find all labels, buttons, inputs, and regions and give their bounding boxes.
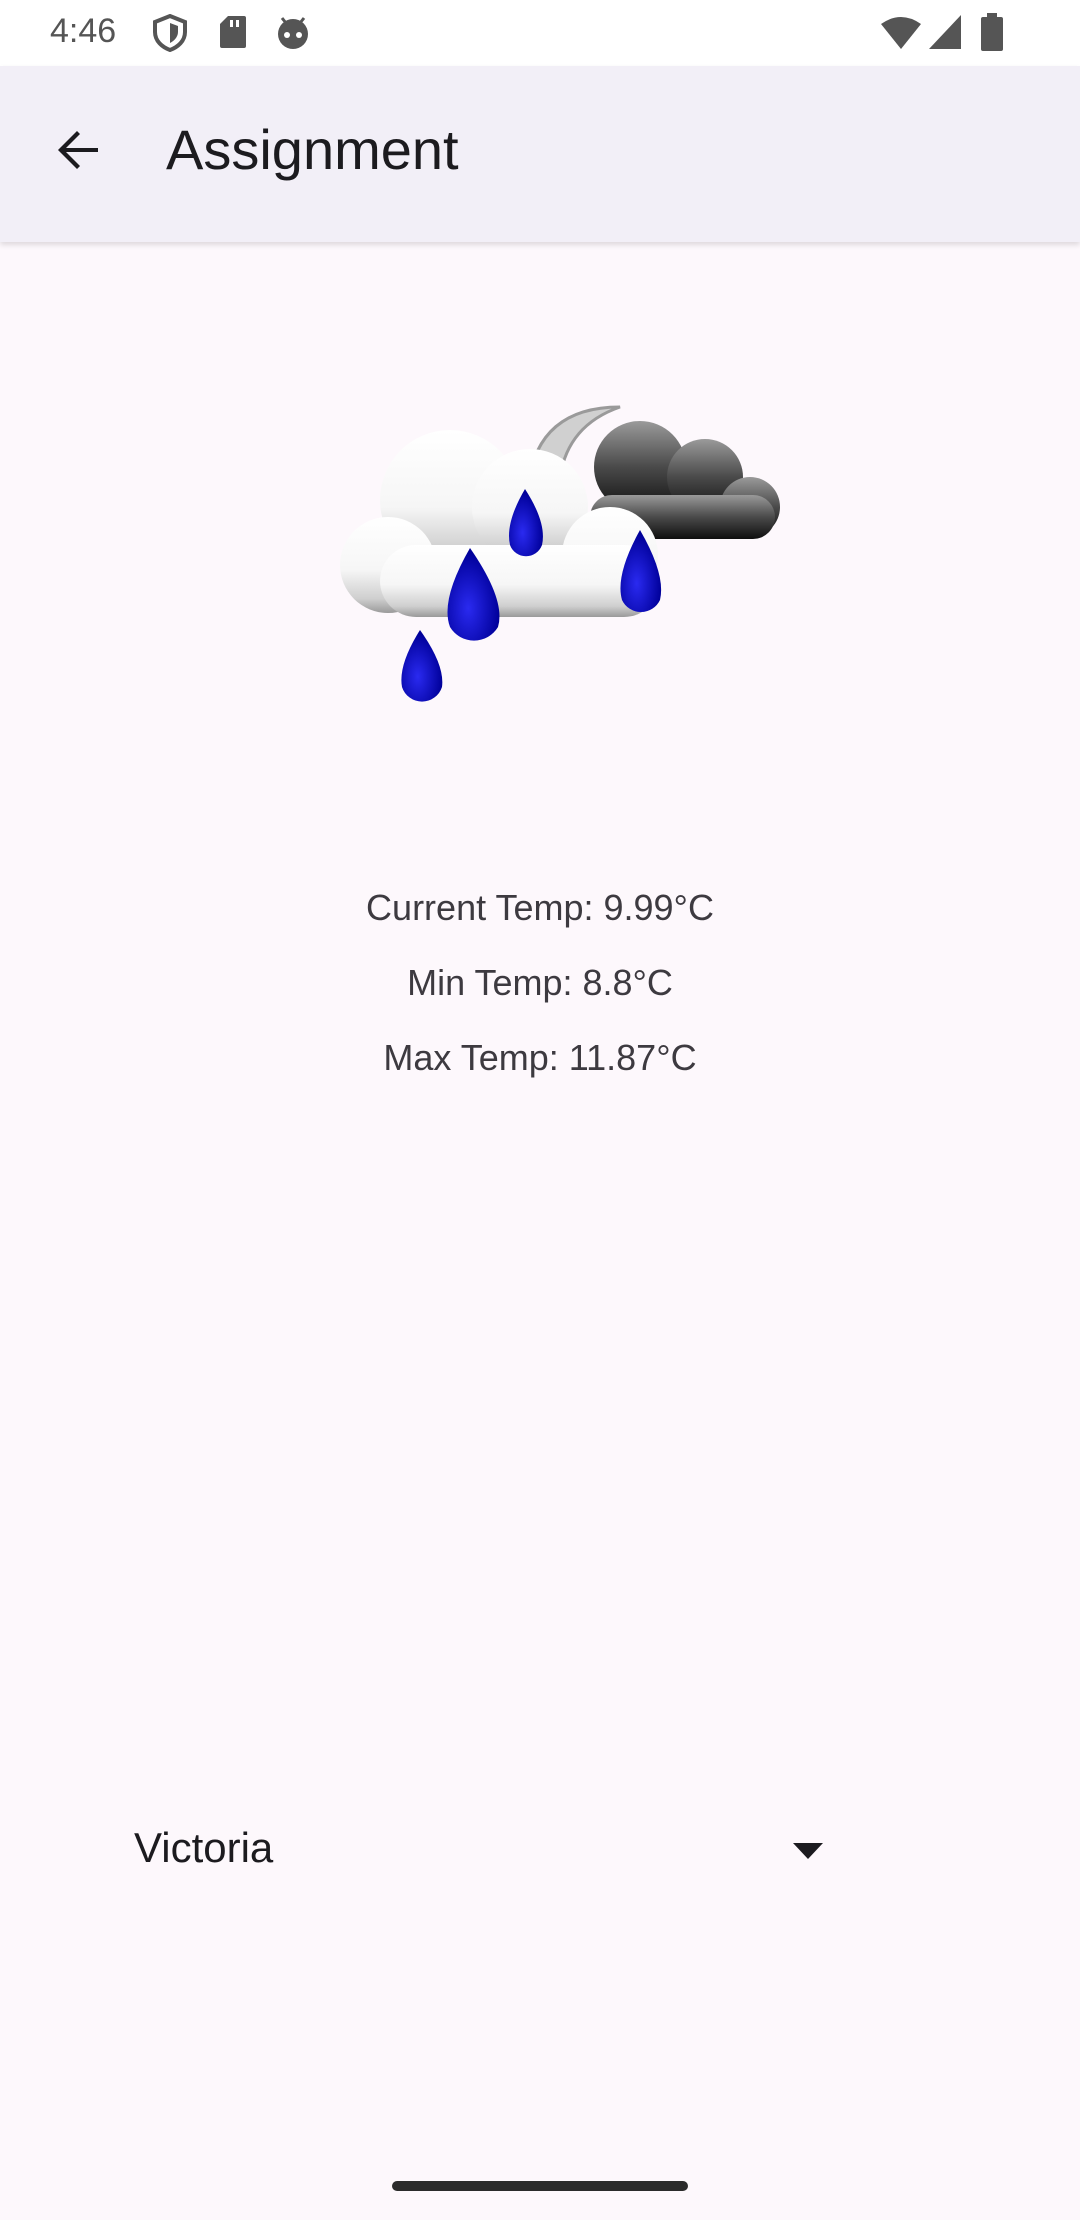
dropdown-arrow-icon (793, 1843, 823, 1859)
sd-card-icon (220, 16, 246, 48)
page-title: Assignment (166, 118, 459, 181)
min-temp: Min Temp: 8.8°C (407, 962, 673, 1003)
android-icon (278, 17, 308, 49)
gesture-nav-handle[interactable] (392, 2181, 688, 2191)
temperature-list: Current Temp: 9.99°C Min Temp: 8.8°C Max… (0, 880, 1080, 1105)
status-time: 4:46 (50, 12, 117, 50)
app-bar: Assignment (0, 66, 1080, 242)
back-button[interactable] (38, 110, 118, 190)
max-temp: Max Temp: 11.87°C (383, 1037, 697, 1078)
shield-icon (153, 14, 187, 52)
cloud-rain-night-icon (340, 405, 780, 702)
status-bar: 4:46 (0, 0, 1080, 66)
city-dropdown[interactable]: Victoria (132, 1808, 836, 1898)
cell-signal-icon (929, 15, 961, 49)
current-temp: Current Temp: 9.99°C (366, 887, 714, 928)
battery-icon (981, 13, 1003, 51)
city-selected-value: Victoria (134, 1824, 274, 1871)
arrow-back-icon (58, 131, 98, 169)
wifi-icon (881, 17, 921, 49)
